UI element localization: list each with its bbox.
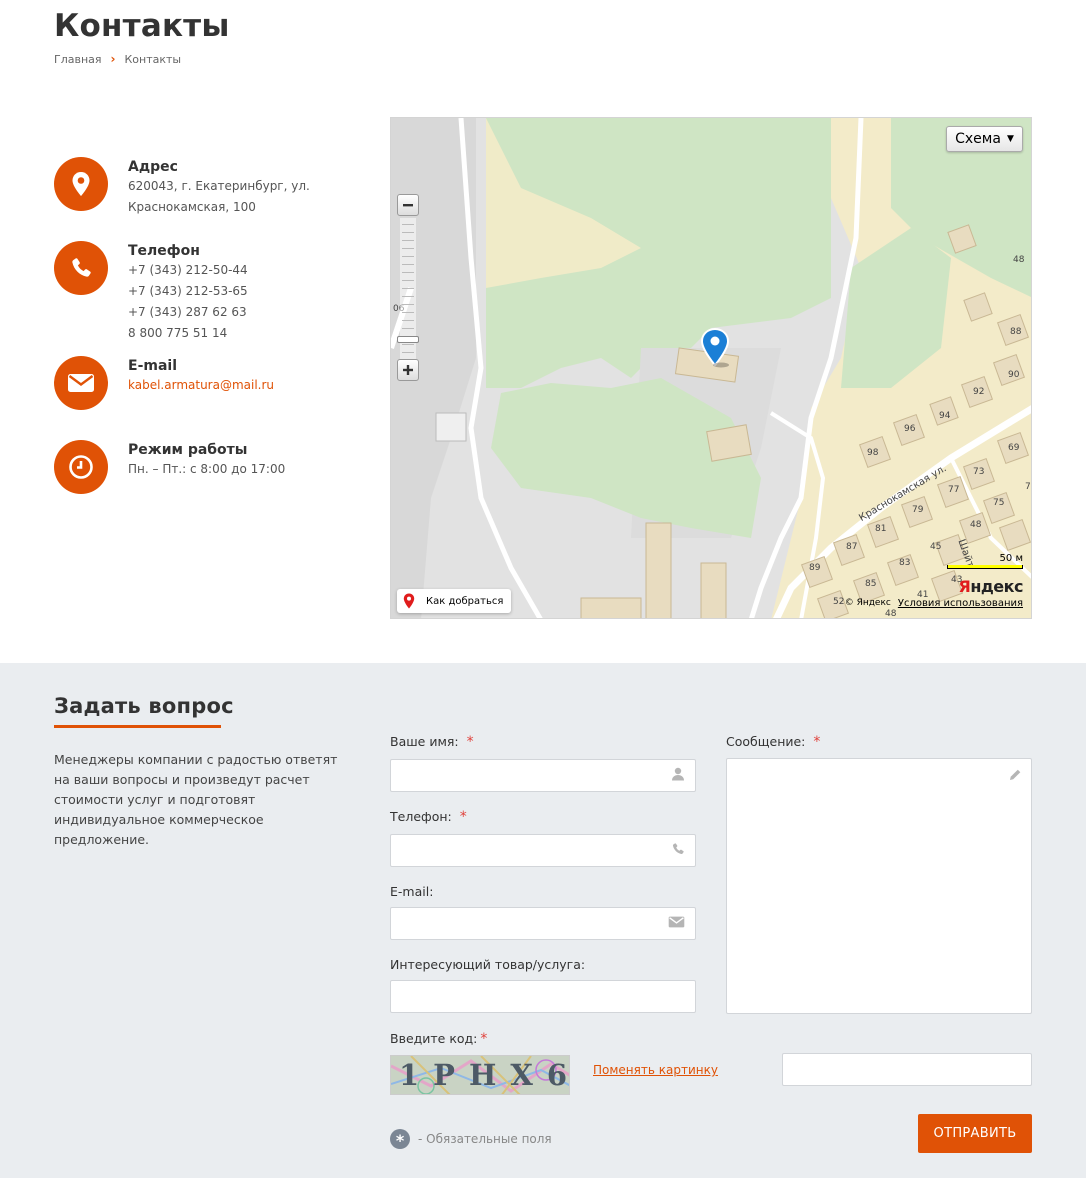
scale-label: 50 м (999, 553, 1023, 564)
house-number: 79 (912, 505, 924, 515)
phone-label: Телефон: * (390, 809, 467, 825)
copyright-text: © Яндекс (844, 598, 891, 608)
route-button-label: Как добраться (426, 595, 504, 607)
envelope-icon (54, 356, 108, 410)
message-label: Сообщение: * (726, 734, 821, 750)
clock-icon (54, 440, 108, 494)
house-number: 98 (867, 448, 879, 458)
house-number: 69 (1008, 443, 1020, 453)
email-title: E-mail (128, 358, 178, 374)
chevron-right-icon: › (110, 52, 116, 66)
submit-button[interactable]: ОТПРАВИТЬ (918, 1114, 1032, 1153)
zoom-in-button[interactable] (397, 359, 419, 381)
house-number: 92 (973, 387, 985, 397)
house-number: 88 (1010, 327, 1022, 337)
zoom-control[interactable] (397, 194, 421, 384)
house-number: 48 (885, 609, 897, 619)
scale-bar (947, 565, 1023, 569)
phone-number[interactable]: +7 (343) 212-53-65 (128, 281, 248, 302)
phone-title: Телефон (128, 243, 200, 259)
hours-value: Пн. – Пт.: с 8:00 до 17:00 (128, 462, 286, 476)
asterisk-icon: * (390, 1129, 410, 1149)
house-number: 45 (930, 542, 942, 552)
phone-number[interactable]: +7 (343) 212-50-44 (128, 260, 248, 281)
house-number: 94 (939, 411, 951, 421)
captcha-text: 1PHX6 (399, 1058, 570, 1092)
breadcrumb: Главная › Контакты (54, 52, 181, 66)
house-number: 77 (948, 485, 960, 495)
minus-icon (403, 204, 413, 207)
breadcrumb-current: Контакты (124, 52, 182, 66)
section-title-underline (54, 725, 221, 728)
phone-field[interactable] (390, 834, 696, 867)
map-scale: 50 м (947, 553, 1023, 569)
caret-down-icon: ▼ (1006, 134, 1014, 144)
phone-icon (54, 241, 108, 295)
yandex-logo[interactable]: Яндекс (959, 577, 1024, 596)
house-number: 89 (809, 563, 821, 573)
house-number: 52 (833, 597, 845, 607)
breadcrumb-home-link[interactable]: Главная (54, 53, 102, 66)
message-textarea[interactable] (726, 758, 1032, 1014)
phone-number[interactable]: 8 800 775 51 14 (128, 323, 248, 344)
phone-icon (671, 842, 685, 860)
email-link[interactable]: kabel.armatura@mail.ru (128, 375, 274, 396)
house-number: 96 (904, 424, 916, 434)
user-icon (671, 767, 685, 785)
product-label: Интересующий товар/услуга: (390, 957, 586, 972)
section-title: Задать вопрос (54, 694, 234, 718)
phone-number[interactable]: +7 (343) 287 62 63 (128, 302, 248, 323)
pencil-icon (1008, 768, 1022, 786)
yandex-map[interactable]: Краснокамская ул. Шайт 48 88 90 92 94 96… (390, 117, 1032, 619)
map-pin-icon (403, 593, 415, 609)
house-number: 83 (899, 558, 911, 568)
house-number: 48 (1013, 255, 1025, 265)
plus-icon (403, 365, 413, 375)
envelope-icon (668, 916, 685, 932)
zoom-out-button[interactable] (397, 194, 419, 216)
address-title: Адрес (128, 159, 178, 175)
section-intro: Менеджеры компании с радостью ответят на… (54, 752, 338, 847)
captcha-field[interactable] (782, 1053, 1032, 1086)
page-title: Контакты (54, 8, 230, 44)
address-line: Краснокамская, 100 (128, 200, 256, 214)
map-type-select[interactable]: Схема ▼ (946, 126, 1023, 152)
change-captcha-link[interactable]: Поменять картинку (593, 1063, 718, 1077)
house-number: 75 (993, 498, 1005, 508)
terms-link[interactable]: Условия использования (898, 598, 1023, 609)
house-number: 48 (970, 520, 982, 530)
name-label: Ваше имя: * (390, 734, 474, 750)
map-copyright: © Яндекс Условия использования (845, 598, 1023, 609)
map-pin-icon (54, 157, 108, 211)
house-number: 90 (1008, 370, 1020, 380)
captcha-label: Введите код: * (390, 1031, 488, 1047)
address-line: 620043, г. Екатеринбург, ул. (128, 179, 310, 193)
email-label: E-mail: (390, 884, 434, 899)
email-field[interactable] (390, 907, 696, 940)
name-field[interactable] (390, 759, 696, 792)
map-type-label: Схема (955, 131, 1001, 147)
house-number: 81 (875, 524, 887, 534)
house-number: 73 (973, 467, 985, 477)
question-section: Задать вопрос Менеджеры компании с радос… (0, 663, 1086, 1178)
route-button[interactable]: Как добраться (397, 589, 511, 613)
hours-title: Режим работы (128, 442, 248, 458)
captcha-image: 1PHX6 (390, 1055, 570, 1095)
house-number: 87 (846, 542, 858, 552)
house-number: 7 (1025, 482, 1031, 492)
required-note-text: - Обязательные поля (418, 1132, 552, 1146)
required-note: * - Обязательные поля (390, 1129, 552, 1149)
product-field[interactable] (390, 980, 696, 1013)
house-number: 85 (865, 579, 877, 589)
zoom-slider-handle[interactable] (397, 336, 419, 343)
